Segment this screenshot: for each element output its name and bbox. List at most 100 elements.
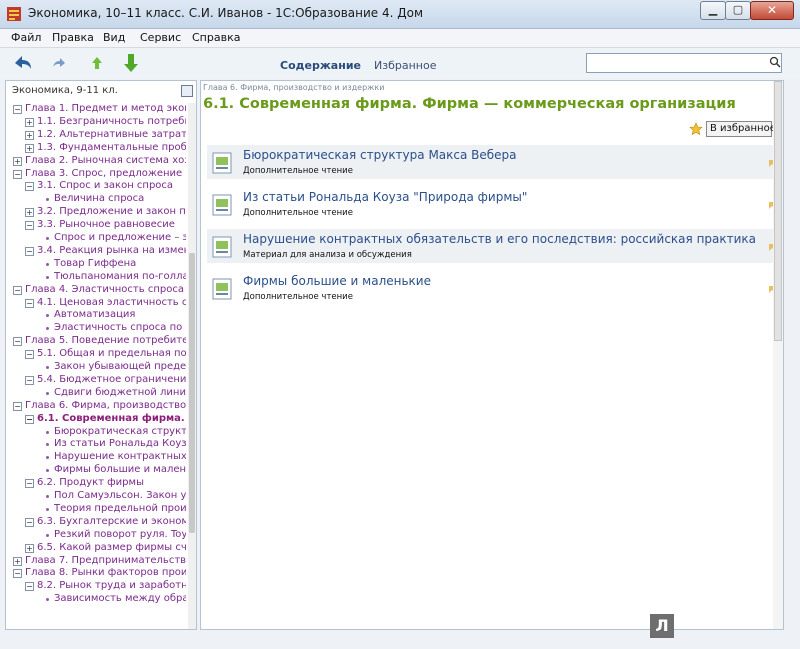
- tree-scrollbar[interactable]: [188, 103, 196, 629]
- tree-node[interactable]: Резкий поворот руля. Toyota: [6, 529, 186, 542]
- tree-node[interactable]: −6.1. Современная фирма. Фир: [6, 413, 186, 426]
- tree-node[interactable]: + Глава 7. Предпринимательство: [6, 555, 186, 568]
- collapse-icon[interactable]: −: [25, 182, 34, 192]
- material-title[interactable]: Нарушение контрактных обязательств и его…: [243, 232, 756, 246]
- tree-node[interactable]: Товар Гиффена: [6, 258, 186, 271]
- collapse-icon[interactable]: −: [25, 375, 34, 385]
- collapse-icon[interactable]: −: [25, 246, 34, 256]
- expand-icon[interactable]: +: [25, 208, 34, 218]
- collapse-icon[interactable]: −: [25, 517, 34, 527]
- tree-node[interactable]: −Глава 6. Фирма, производство и и: [6, 400, 186, 413]
- up-arrow-icon[interactable]: [86, 52, 108, 74]
- tree-node[interactable]: +1.1. Безграничность потребност: [6, 116, 186, 129]
- tree-node[interactable]: Из статьи Рональда Коуза "П: [6, 438, 186, 451]
- tree-node[interactable]: Закон убывающей предельн: [6, 361, 186, 374]
- tree-scrollbar-thumb[interactable]: [189, 253, 195, 533]
- tree-node[interactable]: + Глава 2. Рыночная система хозяй: [6, 155, 186, 168]
- tree-node[interactable]: −6.2. Продукт фирмы: [6, 477, 186, 490]
- expand-icon[interactable]: +: [13, 156, 22, 166]
- tree-node[interactable]: −3.4. Реакция рынка на изменен: [6, 245, 186, 258]
- tree-node[interactable]: Зависимость между образов: [6, 593, 186, 606]
- tree-node-label: Автоматизация: [54, 309, 136, 321]
- tree-node[interactable]: Эластичность спроса по цене: [6, 322, 186, 335]
- collapse-icon[interactable]: −: [25, 350, 34, 360]
- add-to-favorites-button[interactable]: В избранное: [706, 121, 776, 137]
- tree-node[interactable]: +6.5. Какой размер фирмы счита: [6, 542, 186, 555]
- tree-node[interactable]: −3.3. Рыночное равновесие: [6, 219, 186, 232]
- down-arrow-icon[interactable]: [120, 52, 142, 74]
- breadcrumb[interactable]: Глава 6. Фирма, производство и издержки: [203, 83, 384, 92]
- tree-node[interactable]: −Глава 8. Рынки факторов произво: [6, 567, 186, 580]
- collapse-icon[interactable]: −: [13, 569, 22, 579]
- tree-node[interactable]: − Глава 5. Поведение потребителя: [6, 335, 186, 348]
- collapse-icon[interactable]: −: [25, 221, 34, 231]
- collapse-icon[interactable]: −: [13, 401, 22, 411]
- minimize-button[interactable]: ▁: [700, 1, 726, 20]
- search-icon[interactable]: [769, 56, 781, 68]
- tree-node[interactable]: Тюльпаномания по-голландс: [6, 271, 186, 284]
- collapse-icon[interactable]: −: [13, 169, 22, 179]
- material-item[interactable]: Бюрократическая структура Макса Вебера До…: [207, 145, 775, 179]
- material-title[interactable]: Фирмы большие и маленькие: [243, 274, 431, 288]
- close-icon: ✕: [766, 3, 778, 17]
- content-panel: Глава 6. Фирма, производство и издержки …: [200, 80, 784, 630]
- close-button[interactable]: ✕: [750, 1, 794, 20]
- material-item[interactable]: Из статьи Рональда Коуза "Природа фирмы"…: [207, 187, 775, 221]
- content-scrollbar-thumb[interactable]: [774, 81, 782, 341]
- expand-icon[interactable]: +: [25, 117, 34, 127]
- tree-node[interactable]: Теория предельной произво: [6, 503, 186, 516]
- tree-node[interactable]: +1.2. Альтернативные затраты и: [6, 129, 186, 142]
- expand-icon[interactable]: +: [13, 556, 22, 566]
- tab-contents[interactable]: Содержание: [280, 59, 361, 72]
- tree-node[interactable]: −5.1. Общая и предельная полез: [6, 348, 186, 361]
- tree-node[interactable]: −6.3. Бухгалтерские и экономич: [6, 516, 186, 529]
- collapse-icon[interactable]: −: [13, 105, 22, 114]
- tree-node[interactable]: Автоматизация: [6, 309, 186, 322]
- collapse-icon[interactable]: −: [25, 414, 34, 424]
- tree-node[interactable]: Пол Самуэльсон. Закон убыв: [6, 490, 186, 503]
- tree-node[interactable]: Фирмы большие и маленьки: [6, 464, 186, 477]
- collapse-icon[interactable]: −: [25, 582, 34, 592]
- collapse-icon[interactable]: −: [25, 479, 34, 489]
- star-icon[interactable]: [689, 122, 703, 136]
- tree-node[interactable]: +3.2. Предложение и закон пред: [6, 206, 186, 219]
- tree-node-label: Сдвиги бюджетной линии: [54, 386, 186, 398]
- material-title[interactable]: Из статьи Рональда Коуза "Природа фирмы": [243, 190, 527, 204]
- tree-node[interactable]: Величина спроса: [6, 193, 186, 206]
- search-input[interactable]: [586, 53, 782, 73]
- material-title[interactable]: Бюрократическая структура Макса Вебера: [243, 148, 517, 162]
- expand-icon[interactable]: +: [25, 143, 34, 153]
- tab-favorites[interactable]: Избранное: [374, 59, 436, 72]
- collapse-icon[interactable]: −: [25, 298, 34, 308]
- expand-icon[interactable]: +: [25, 130, 34, 140]
- back-arrow-icon[interactable]: [12, 52, 34, 74]
- maximize-button[interactable]: ▢: [725, 1, 751, 20]
- collapse-icon[interactable]: −: [13, 285, 22, 295]
- material-item[interactable]: Нарушение контрактных обязательств и его…: [207, 229, 775, 263]
- tree-node[interactable]: Спрос и предложение – это ": [6, 232, 186, 245]
- content-scrollbar[interactable]: [773, 81, 783, 629]
- panel-toggle-icon[interactable]: [181, 85, 193, 97]
- tree-node[interactable]: −3.1. Спрос и закон спроса: [6, 180, 186, 193]
- tree-node-label: Глава 2. Рыночная система хозяй: [25, 154, 186, 166]
- collapse-icon[interactable]: −: [13, 337, 22, 347]
- menu-view[interactable]: Вид: [103, 31, 125, 44]
- expand-icon[interactable]: +: [25, 543, 34, 553]
- tree-node[interactable]: −Глава 1. Предмет и метод эконом: [6, 103, 186, 116]
- maximize-icon: ▢: [732, 3, 744, 16]
- tree-node[interactable]: −Глава 4. Эластичность спроса и пр: [6, 284, 186, 297]
- menu-service[interactable]: Сервис: [140, 31, 181, 44]
- material-item[interactable]: Фирмы большие и маленькие Дополнительное …: [207, 271, 775, 305]
- tree-node[interactable]: +1.3. Фундаментальные проблем: [6, 142, 186, 155]
- tree-node[interactable]: Нарушение контрактных обя: [6, 451, 186, 464]
- menu-help[interactable]: Справка: [192, 31, 240, 44]
- tree-node[interactable]: −4.1. Ценовая эластичность спро: [6, 297, 186, 310]
- tree-node[interactable]: Сдвиги бюджетной линии: [6, 387, 186, 400]
- tree-node[interactable]: −8.2. Рынок труда и заработная г: [6, 580, 186, 593]
- menu-edit[interactable]: Правка: [52, 31, 94, 44]
- tree-node[interactable]: −Глава 3. Спрос, предложение и ры: [6, 168, 186, 181]
- forward-arrow-icon[interactable]: [48, 52, 70, 74]
- tree-node[interactable]: −5.4. Бюджетное ограничение. Б: [6, 374, 186, 387]
- menu-file[interactable]: Файл: [11, 31, 41, 44]
- tree-node[interactable]: Бюрократическая структура: [6, 426, 186, 439]
